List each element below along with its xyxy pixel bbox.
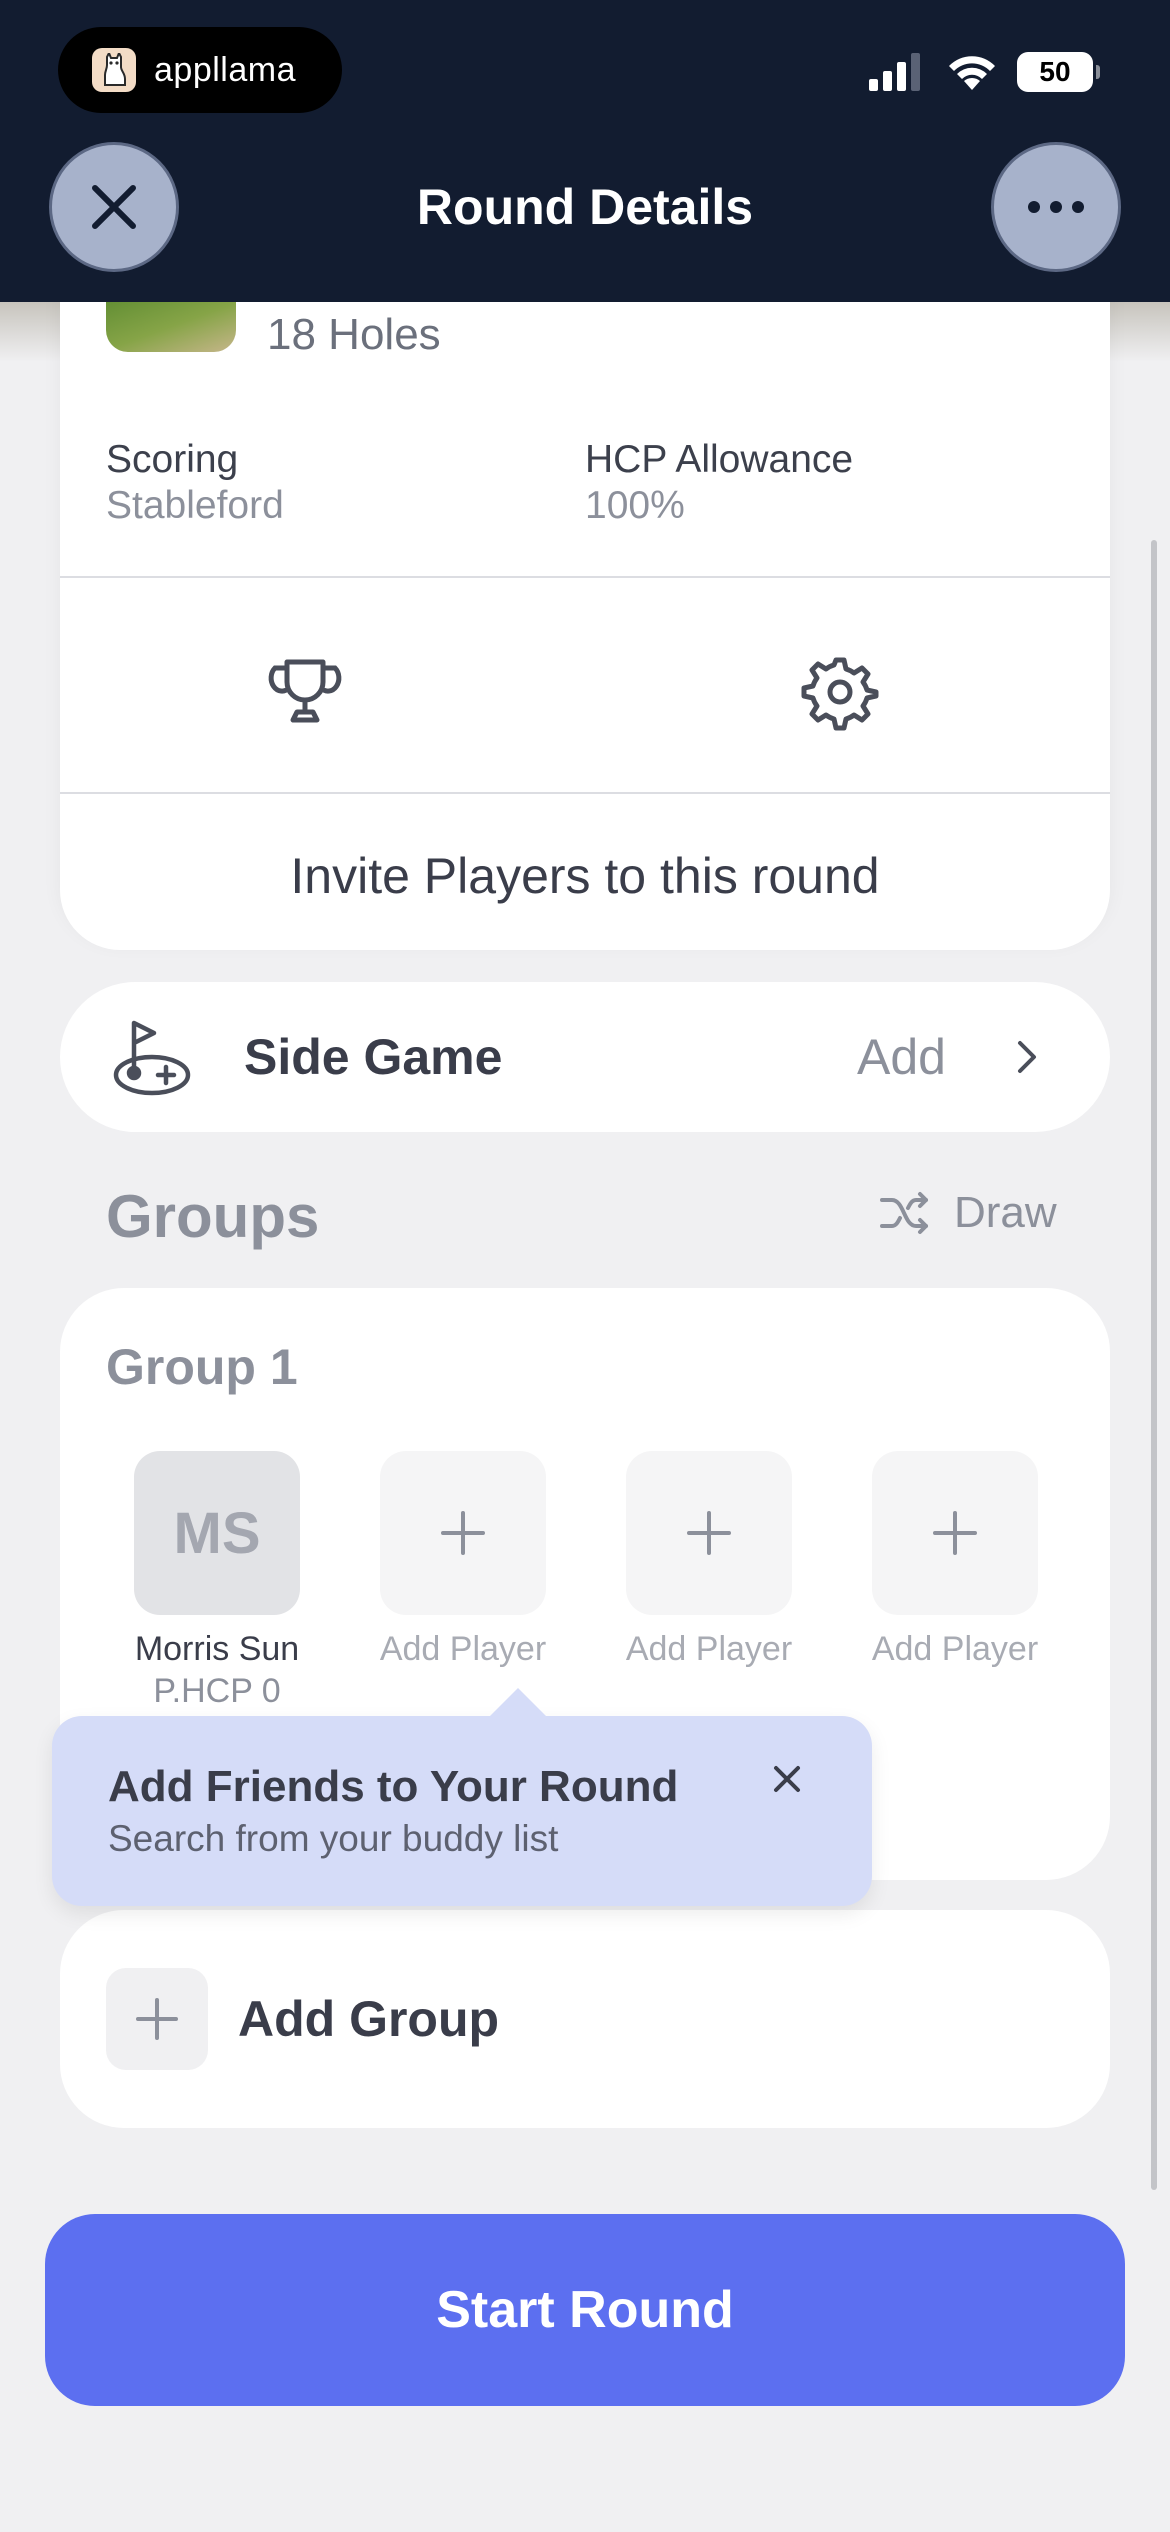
side-game-row[interactable]: Side Game Add xyxy=(60,982,1110,1132)
gear-icon xyxy=(801,657,879,731)
chevron-right-icon xyxy=(1018,1041,1036,1073)
hcp-allowance-value: 100% xyxy=(585,484,685,527)
shuffle-icon xyxy=(880,1192,928,1234)
trophy-icon xyxy=(268,659,342,723)
add-player-slot[interactable] xyxy=(872,1451,1038,1615)
groups-heading: Groups xyxy=(106,1183,320,1250)
add-group-plus xyxy=(106,1968,208,2070)
status-icons: 50 xyxy=(869,52,1100,92)
add-player-label: Add Player xyxy=(871,1630,1039,1668)
cellular-signal-icon xyxy=(869,53,920,91)
plus-icon xyxy=(441,1511,485,1555)
more-options-button[interactable] xyxy=(991,142,1121,272)
group-name: Group 1 xyxy=(106,1339,298,1395)
add-group-row[interactable]: Add Group xyxy=(60,1910,1110,2128)
llama-logo-icon xyxy=(92,48,136,92)
top-bar: appllama 50 Round Details xyxy=(0,0,1170,302)
divider xyxy=(60,792,1110,794)
invite-players-link[interactable]: Invite Players to this round xyxy=(60,847,1110,905)
plus-icon xyxy=(933,1511,977,1555)
draw-button[interactable]: Draw xyxy=(880,1188,1057,1238)
add-friends-tooltip[interactable]: Add Friends to Your Round Search from yo… xyxy=(52,1688,872,1906)
player-avatar[interactable]: MS xyxy=(134,1451,300,1615)
golf-flag-icon xyxy=(113,1020,191,1096)
player-initials: MS xyxy=(173,1500,261,1566)
tooltip-title: Add Friends to Your Round xyxy=(108,1762,679,1811)
add-player-label: Add Player xyxy=(379,1630,547,1668)
plus-icon xyxy=(687,1511,731,1555)
close-icon xyxy=(774,1766,800,1792)
tooltip-subtitle: Search from your buddy list xyxy=(108,1818,559,1859)
side-game-title: Side Game xyxy=(244,1029,503,1085)
player-name: Morris Sun xyxy=(134,1630,300,1668)
scoring-value: Stableford xyxy=(106,484,284,527)
add-group-label: Add Group xyxy=(238,1991,500,2047)
plus-icon xyxy=(136,1998,178,2040)
battery-level: 50 xyxy=(1039,56,1071,87)
tooltip-arrow xyxy=(490,1688,546,1716)
holes-count: 18 Holes xyxy=(267,310,441,359)
battery-nub xyxy=(1096,65,1100,79)
trophy-button[interactable] xyxy=(265,652,345,732)
add-player-label: Add Player xyxy=(625,1630,793,1668)
side-game-add: Add xyxy=(857,1029,946,1085)
player-hcp: P.HCP 0 xyxy=(153,1672,281,1710)
wifi-icon xyxy=(949,56,995,90)
draw-label: Draw xyxy=(954,1188,1057,1237)
hcp-allowance-label: HCP Allowance xyxy=(585,438,854,481)
add-player-slot[interactable] xyxy=(380,1451,546,1615)
more-icon xyxy=(1028,201,1084,213)
battery-icon: 50 xyxy=(1017,52,1093,92)
tooltip-close-button[interactable] xyxy=(772,1764,802,1799)
app-pill[interactable]: appllama xyxy=(58,27,342,113)
course-card: 18 Holes Scoring Stableford HCP Allowanc… xyxy=(60,290,1110,950)
app-pill-label: appllama xyxy=(154,50,296,89)
scrollbar[interactable] xyxy=(1151,540,1157,2190)
scoring-label: Scoring xyxy=(106,438,239,481)
start-round-button[interactable]: Start Round xyxy=(45,2214,1125,2406)
divider xyxy=(60,576,1110,578)
settings-button[interactable] xyxy=(800,652,880,732)
add-player-slot[interactable] xyxy=(626,1451,792,1615)
